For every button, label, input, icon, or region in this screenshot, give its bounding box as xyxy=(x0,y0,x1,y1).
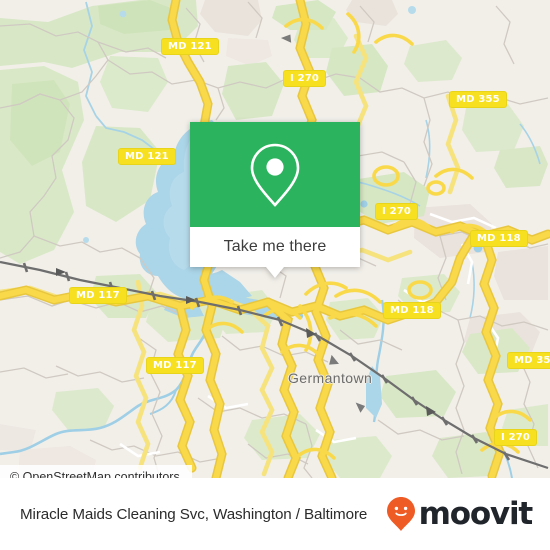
road-shield: MD 355 xyxy=(507,352,550,369)
road-shield: MD 118 xyxy=(470,230,528,247)
road-shield: MD 117 xyxy=(69,287,127,304)
popup-footer[interactable]: Take me there xyxy=(190,227,360,267)
road-shield: MD 117 xyxy=(146,357,204,374)
map-attribution[interactable]: © OpenStreetMap contributors xyxy=(0,465,192,478)
attribution-text: © OpenStreetMap contributors xyxy=(10,469,180,479)
road-shield: MD 121 xyxy=(118,148,176,165)
map-screenshot: MD 121 I 270 MD 355 MD 121 I 270 MD 118 … xyxy=(0,0,550,550)
place-label-germantown: Germantown xyxy=(288,370,373,386)
road-shield: MD 355 xyxy=(449,91,507,108)
footer-bar: Miracle Maids Cleaning Svc, Washington /… xyxy=(0,478,550,550)
take-me-there-label: Take me there xyxy=(223,238,327,255)
map-pin-icon xyxy=(250,143,300,207)
road-shield: MD 118 xyxy=(383,302,441,319)
location-title: Miracle Maids Cleaning Svc, Washington /… xyxy=(20,505,368,523)
popup-tail-pointer xyxy=(266,267,284,278)
popup-header xyxy=(190,122,360,227)
location-popup-card[interactable]: Take me there xyxy=(190,122,360,278)
road-shield: MD 121 xyxy=(161,38,219,55)
moovit-wordmark: moovit xyxy=(418,495,534,532)
road-shield: I 270 xyxy=(494,429,538,446)
moovit-pin-icon xyxy=(386,497,415,531)
map-canvas[interactable]: MD 121 I 270 MD 355 MD 121 I 270 MD 118 … xyxy=(0,0,550,478)
moovit-brand-logo[interactable]: moovit xyxy=(386,495,534,532)
road-shield: I 270 xyxy=(283,70,327,87)
road-shield: I 270 xyxy=(375,203,419,220)
